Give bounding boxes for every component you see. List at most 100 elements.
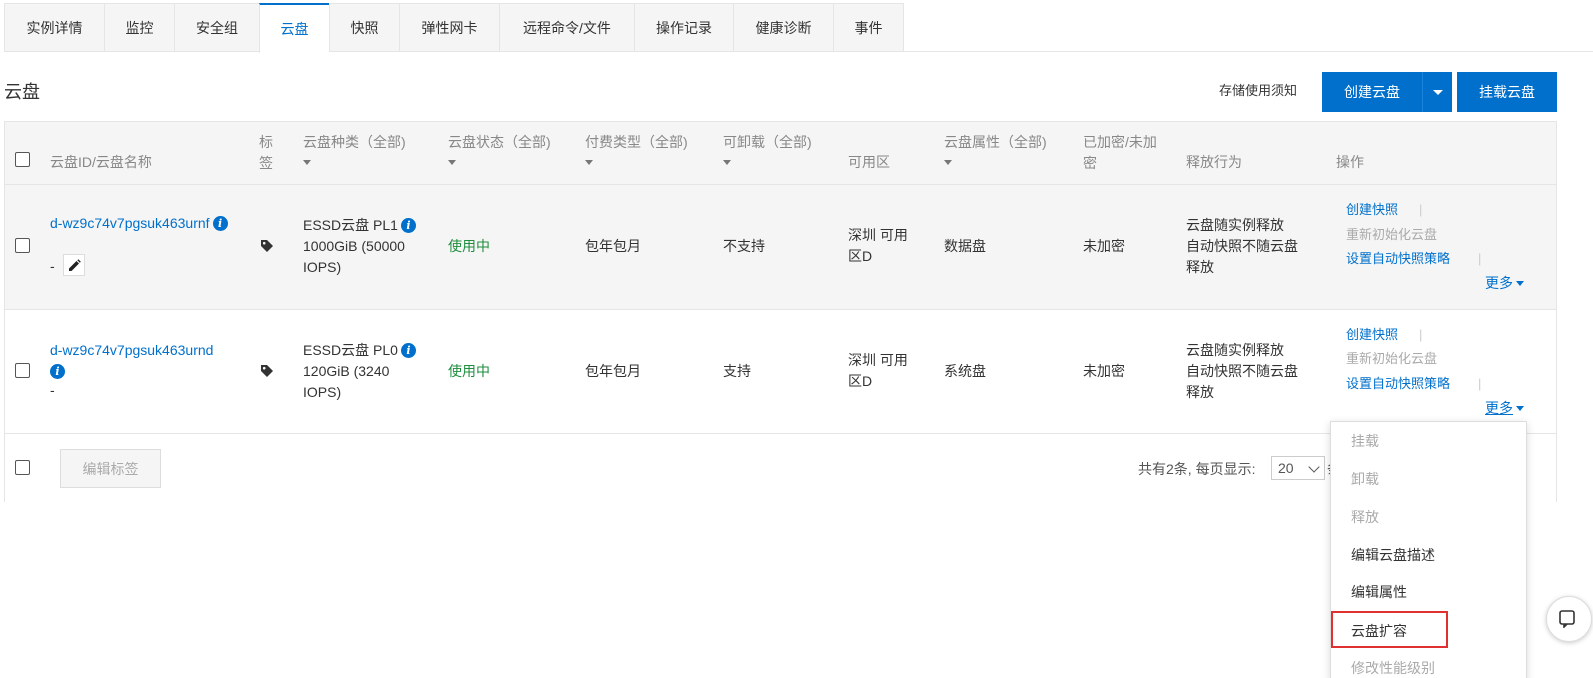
reinit-disk-link: 重新初始化云盘 — [1346, 351, 1438, 366]
col-type-filter[interactable]: 云盘种类（全部) — [303, 132, 406, 165]
release-line2: 自动快照不随云盘 — [1186, 363, 1298, 379]
help-icon — [1559, 610, 1575, 628]
release-behavior: 云盘随实例释放 自动快照不随云盘 释放 — [1186, 215, 1298, 278]
filter-caret-icon — [585, 160, 593, 165]
info-icon[interactable]: i — [50, 364, 65, 379]
floating-help-button[interactable] — [1546, 596, 1592, 642]
disk-id-link[interactable]: d-wz9c74v7pgsuk463urnf — [50, 215, 210, 231]
zone-line1: 深圳 可用 — [848, 352, 908, 368]
create-disk-dropdown-button[interactable] — [1422, 72, 1452, 112]
encrypted-status: 未加密 — [1083, 363, 1125, 379]
row-checkbox[interactable] — [15, 238, 30, 253]
disk-type: ESSD云盘 PL1 i 1000GiB (50000 IOPS) — [303, 215, 416, 278]
billing-type: 包年包月 — [585, 238, 641, 254]
menu-item-edit-attributes[interactable]: 编辑属性 — [1351, 582, 1407, 602]
tab-health-diagnosis[interactable]: 健康诊断 — [733, 3, 833, 52]
detachable-value: 不支持 — [723, 238, 765, 254]
col-ops: 操作 — [1336, 154, 1364, 170]
storage-notice-link[interactable]: 存储使用须知 — [1219, 80, 1297, 99]
col-attribute-filter[interactable]: 云盘属性（全部) — [944, 132, 1047, 165]
edit-tags-button[interactable]: 编辑标签 — [60, 449, 161, 488]
col-zone: 可用区 — [848, 154, 890, 170]
pager-summary: 共有2条, 每页显示: — [1138, 461, 1256, 477]
tab-disks[interactable]: 云盘 — [259, 3, 329, 53]
tab-security-group[interactable]: 安全组 — [174, 3, 259, 52]
info-icon[interactable]: i — [400, 218, 416, 233]
zone: 深圳 可用 区D — [848, 350, 908, 392]
status-text: 使用中 — [448, 363, 490, 379]
encrypted-status: 未加密 — [1083, 238, 1125, 254]
disk-type-line3: IOPS) — [303, 259, 342, 275]
tab-bar: 实例详情 监控 安全组 云盘 快照 弹性网卡 远程命令/文件 操作记录 健康诊断… — [4, 3, 904, 53]
filter-caret-icon — [723, 160, 731, 165]
highlight-annotation — [1331, 611, 1448, 648]
col-billing-filter[interactable]: 付费类型（全部) — [585, 132, 688, 165]
tag-icon[interactable] — [260, 239, 274, 253]
tab-operation-log[interactable]: 操作记录 — [634, 3, 733, 52]
caret-down-icon — [1516, 281, 1524, 286]
disk-id-link[interactable]: d-wz9c74v7pgsuk463urnd — [50, 342, 213, 358]
tab-events[interactable]: 事件 — [833, 3, 904, 52]
info-icon[interactable]: i — [400, 343, 416, 358]
more-dropdown[interactable]: 更多 — [1485, 398, 1524, 418]
page-size-select[interactable]: 20 — [1271, 456, 1325, 480]
col-status-filter[interactable]: 云盘状态（全部) — [448, 132, 551, 165]
create-snapshot-link[interactable]: 创建快照 — [1346, 200, 1398, 220]
col-encrypted: 已加密/未加密 — [1083, 134, 1157, 171]
menu-item-release: 释放 — [1351, 509, 1379, 525]
disk-attribute: 数据盘 — [944, 238, 986, 254]
attach-disk-button[interactable]: 挂载云盘 — [1457, 72, 1557, 112]
filter-caret-icon — [944, 160, 952, 165]
menu-item-attach: 挂载 — [1351, 433, 1379, 449]
auto-snapshot-policy-link[interactable]: 设置自动快照策略 — [1346, 374, 1450, 394]
pencil-icon — [68, 258, 81, 271]
info-icon[interactable]: i — [212, 216, 228, 231]
tab-instance-details[interactable]: 实例详情 — [4, 3, 104, 52]
create-snapshot-link[interactable]: 创建快照 — [1346, 325, 1398, 345]
disk-type-line2: 1000GiB (50000 — [303, 238, 405, 254]
tab-monitoring[interactable]: 监控 — [104, 3, 174, 52]
op-separator: | — [1478, 251, 1482, 266]
auto-snapshot-policy-link[interactable]: 设置自动快照策略 — [1346, 249, 1450, 269]
release-line3: 释放 — [1186, 384, 1214, 400]
row-checkbox[interactable] — [15, 363, 30, 378]
release-line1: 云盘随实例释放 — [1186, 342, 1284, 358]
tag-icon[interactable] — [260, 364, 274, 378]
col-release: 释放行为 — [1186, 154, 1242, 170]
tab-remote-command[interactable]: 远程命令/文件 — [499, 3, 634, 52]
select-all-checkbox[interactable] — [15, 152, 30, 167]
status-text: 使用中 — [448, 238, 490, 254]
op-separator: | — [1478, 376, 1482, 391]
page-size-value: 20 — [1278, 460, 1294, 476]
zone-line1: 深圳 可用 — [848, 227, 908, 243]
col-attribute-label: 云盘属性（全部) — [944, 134, 1047, 150]
op-separator: | — [1419, 202, 1423, 217]
release-line1: 云盘随实例释放 — [1186, 217, 1284, 233]
zone-line2: 区D — [848, 248, 873, 264]
tab-snapshots[interactable]: 快照 — [329, 3, 399, 52]
disk-name: - — [50, 258, 55, 274]
edit-name-button[interactable] — [63, 254, 85, 276]
col-detachable-label: 可卸载（全部) — [723, 134, 812, 150]
zone: 深圳 可用 区D — [848, 225, 908, 267]
table-footer: 编辑标签 共有2条, 每页显示: 20 条 — [5, 434, 1556, 502]
disk-id-cell: d-wz9c74v7pgsuk463urnf i — [50, 213, 228, 234]
release-line2: 自动快照不随云盘 — [1186, 238, 1298, 254]
more-dropdown[interactable]: 更多 — [1485, 273, 1524, 293]
create-disk-button[interactable]: 创建云盘 — [1322, 72, 1422, 112]
tab-eni[interactable]: 弹性网卡 — [399, 3, 499, 52]
col-type-label: 云盘种类（全部) — [303, 134, 406, 150]
menu-item-edit-description[interactable]: 编辑云盘描述 — [1351, 545, 1435, 565]
filter-caret-icon — [448, 160, 456, 165]
table-row: d-wz9c74v7pgsuk463urnd i - ESSD云盘 PL0 i 1… — [5, 310, 1556, 434]
col-detachable-filter[interactable]: 可卸载（全部) — [723, 132, 812, 165]
col-status-label: 云盘状态（全部) — [448, 134, 551, 150]
footer-select-all-checkbox[interactable] — [15, 460, 30, 475]
col-id-name: 云盘ID/云盘名称 — [50, 154, 152, 170]
op-separator: | — [1419, 327, 1423, 342]
zone-line2: 区D — [848, 373, 873, 389]
more-label: 更多 — [1485, 275, 1513, 291]
menu-item-detach: 卸载 — [1351, 471, 1379, 487]
disk-type: ESSD云盘 PL0 i 120GiB (3240 IOPS) — [303, 340, 416, 403]
table-row: d-wz9c74v7pgsuk463urnf i - ESSD云盘 PL1 i 10… — [5, 185, 1556, 310]
